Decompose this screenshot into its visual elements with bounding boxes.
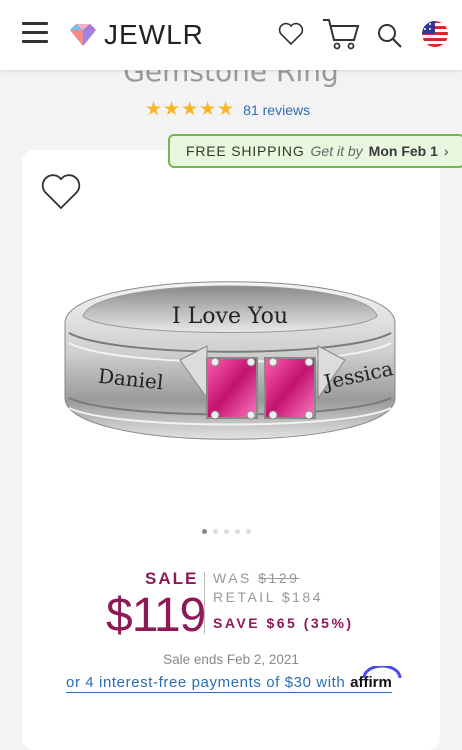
sale-ends: Sale ends Feb 2, 2021 <box>163 652 299 667</box>
affirm-arc-icon <box>362 666 402 679</box>
favorite-heart-icon[interactable] <box>40 173 82 211</box>
carousel-dot[interactable] <box>224 529 229 534</box>
was-amount: $129 <box>258 570 300 586</box>
shipping-label: FREE SHIPPING <box>186 143 305 159</box>
carousel-dot[interactable] <box>246 529 251 534</box>
sale-price: $119 <box>106 589 206 642</box>
ring-image[interactable]: I Love You Daniel Jessica <box>55 248 405 478</box>
cart-icon[interactable] <box>321 16 361 52</box>
was-price: WAS $129 <box>213 570 299 586</box>
reviews-link[interactable]: 81 reviews <box>243 102 310 118</box>
carousel-dot[interactable] <box>213 529 218 534</box>
affirm-link[interactable]: or 4 interest-free payments of $30 with … <box>66 666 402 693</box>
diamond-logo-icon <box>70 24 96 46</box>
carousel-dots[interactable] <box>202 529 251 534</box>
logo-text: JEWLR <box>104 19 204 50</box>
free-shipping-banner[interactable]: FREE SHIPPING Get it by Mon Feb 1 › <box>168 134 462 168</box>
price-divider <box>204 572 205 634</box>
search-icon[interactable] <box>376 22 404 50</box>
carousel-dot[interactable] <box>235 529 240 534</box>
was-label: WAS <box>213 570 252 586</box>
shipping-date: Mon Feb 1 <box>368 143 438 159</box>
menu-icon[interactable] <box>22 22 48 44</box>
rating[interactable]: ★★★★★ 81 reviews <box>145 98 310 121</box>
affirm-text: or 4 interest-free payments of $30 with <box>66 674 346 691</box>
us-flag-icon[interactable] <box>421 20 449 48</box>
top-header: JEWLR <box>0 0 462 70</box>
affirm-logo: affirm <box>350 666 402 691</box>
carousel-dot[interactable] <box>202 529 207 534</box>
heart-icon[interactable] <box>278 22 304 46</box>
chevron-right-icon: › <box>443 143 449 159</box>
retail-price: RETAIL $184 <box>213 589 323 605</box>
engraving-top: I Love You <box>172 304 288 329</box>
logo[interactable]: JEWLR <box>68 20 204 50</box>
shipping-get-it: Get it by <box>310 143 363 159</box>
star-rating: ★★★★★ <box>145 99 236 120</box>
save-amount: SAVE $65 (35%) <box>213 615 354 631</box>
sale-label: SALE <box>145 569 199 588</box>
